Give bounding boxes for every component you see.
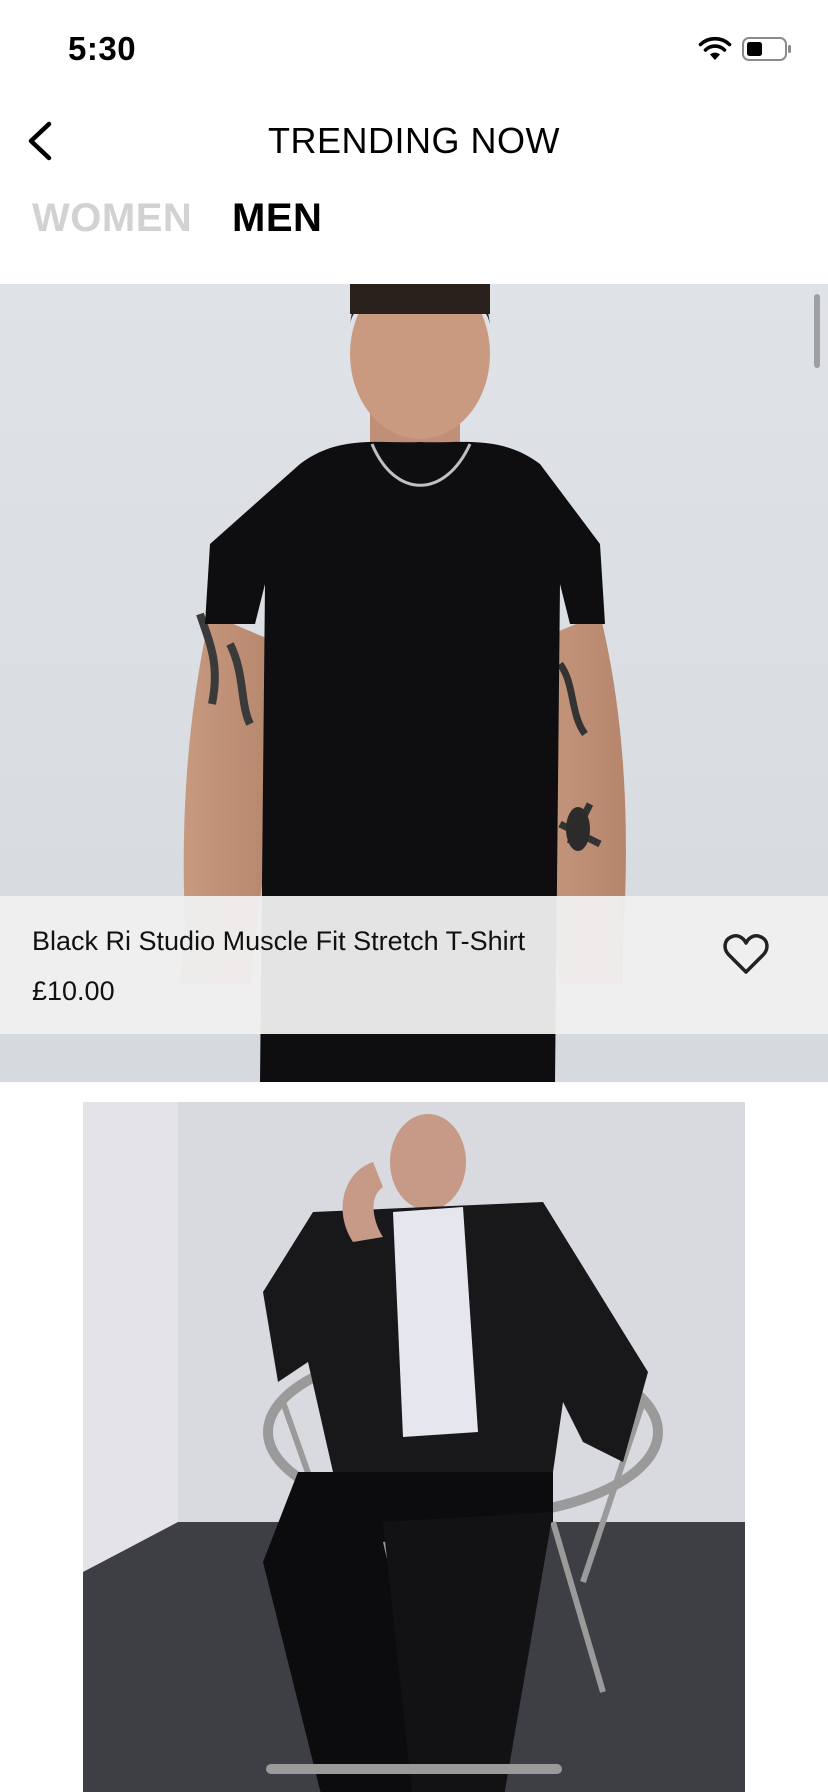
heart-outline-icon[interactable] — [722, 932, 770, 976]
navigation-bar: TRENDING NOW — [0, 100, 828, 180]
product-card[interactable]: Black Ri Studio Muscle Fit Stretch T-Shi… — [0, 284, 828, 1082]
product-name[interactable]: Black Ri Studio Muscle Fit Stretch T-Shi… — [32, 926, 525, 957]
tab-women[interactable]: WOMEN — [32, 196, 192, 241]
status-bar: 5:30 — [0, 0, 828, 100]
gender-tabs: WOMEN MEN — [0, 188, 828, 254]
product-price: £10.00 — [32, 976, 115, 1006]
product-image[interactable] — [83, 1102, 745, 1792]
status-time: 5:30 — [68, 30, 137, 67]
battery-icon — [742, 37, 791, 61]
tab-men[interactable]: MEN — [232, 196, 322, 241]
product-card[interactable] — [83, 1102, 745, 1792]
product-info-panel: Black Ri Studio Muscle Fit Stretch T-Shi… — [0, 896, 828, 1034]
trending-now-screen: 5:30 TRENDING NOW WOMEN MEN Black Ri Stu… — [0, 0, 828, 1792]
wifi-icon — [698, 36, 732, 60]
page-title: TRENDING NOW — [268, 120, 560, 161]
home-indicator — [266, 1764, 562, 1774]
scrollbar[interactable] — [814, 294, 820, 368]
